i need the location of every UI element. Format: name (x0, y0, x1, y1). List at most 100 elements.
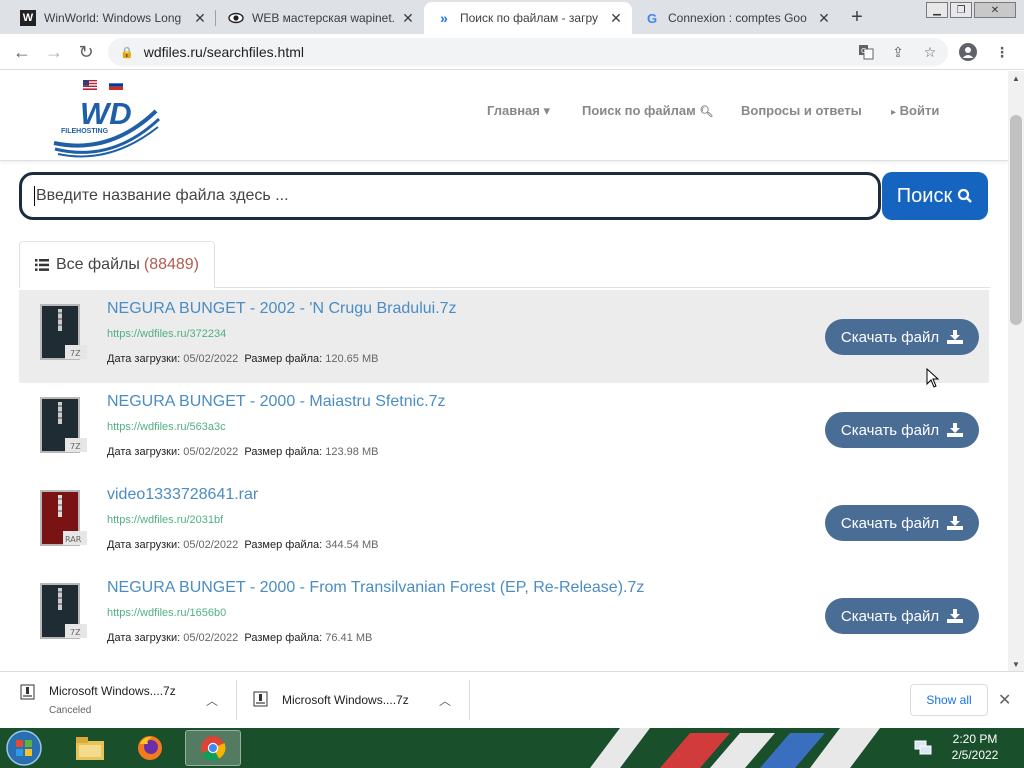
download-file-button[interactable]: Скачать файл (825, 319, 979, 355)
file-url-link[interactable]: https://wdfiles.ru/563a3c (107, 421, 226, 433)
svg-text:7Z: 7Z (70, 628, 81, 637)
file-name-link[interactable]: NEGURA BUNGET - 2002 - 'N Crugu Bradului… (107, 300, 457, 318)
svg-text:7Z: 7Z (70, 349, 81, 358)
archive-rar-icon: RAR (40, 490, 87, 546)
download-file-button[interactable]: Скачать файл (825, 505, 979, 541)
clock-time: 2:20 PM (952, 732, 998, 746)
page-scrollbar[interactable]: ▲ ▼ (1008, 71, 1024, 671)
share-icon[interactable]: ⇪ (888, 42, 908, 62)
close-window-button[interactable]: ✕ (974, 2, 1016, 18)
archive-7z-icon: 7Z (40, 397, 87, 453)
svg-text:G: G (861, 47, 866, 55)
page-content: WD FILEHOSTING Главная ▾ Поиск по файлам… (0, 71, 1008, 671)
close-tab-icon[interactable]: ✕ (192, 10, 208, 26)
download-icon (947, 330, 964, 344)
network-icon[interactable] (914, 738, 932, 756)
tab-all-files[interactable]: Все файлы (88489) (19, 241, 215, 288)
search-icon (958, 188, 973, 203)
ru-flag-icon[interactable] (109, 80, 123, 90)
file-url-link[interactable]: https://wdfiles.ru/1656b0 (107, 607, 226, 619)
winworld-favicon-icon: W (20, 10, 36, 26)
archive-7z-icon: 7Z (40, 583, 87, 639)
close-tab-icon[interactable]: ✕ (816, 10, 832, 26)
files-count: (88489) (143, 256, 200, 273)
svg-text:7Z: 7Z (70, 442, 81, 451)
browser-tab-active[interactable]: » Поиск по файлам - загру ✕ (424, 2, 632, 34)
site-logo[interactable]: WD FILEHOSTING (50, 93, 165, 161)
start-button[interactable] (4, 729, 44, 767)
browser-tab[interactable]: W WinWorld: Windows Long ✕ (8, 2, 216, 34)
download-status: Canceled (49, 705, 92, 716)
restore-button[interactable]: ❐ (950, 2, 972, 18)
chrome-taskbar-icon[interactable] (185, 730, 241, 766)
file-name-link[interactable]: NEGURA BUNGET - 2000 - From Transilvania… (107, 579, 644, 597)
nav-faq[interactable]: Вопросы и ответы (741, 103, 862, 118)
bookmark-star-icon[interactable]: ☆ (920, 42, 940, 62)
browser-tab[interactable]: G Connexion : comptes Goo ✕ (632, 2, 840, 34)
download-icon (947, 423, 964, 437)
lock-icon: 🔒 (120, 46, 134, 59)
svg-text:WD: WD (80, 96, 132, 131)
browser-tab[interactable]: WEB мастерская wapinet. ✕ (216, 2, 424, 34)
url-text: wdfiles.ru/searchfiles.html (143, 44, 304, 60)
close-tab-icon[interactable]: ✕ (400, 10, 416, 26)
chevron-up-icon[interactable]: ︿ (439, 692, 451, 709)
profile-avatar-icon[interactable] (958, 42, 978, 62)
browser-menu-icon[interactable]: ⋮ (992, 42, 1012, 62)
translate-icon[interactable]: G (856, 42, 876, 62)
nav-home[interactable]: Главная ▾ (487, 103, 550, 119)
scroll-down-arrow-icon[interactable]: ▼ (1008, 657, 1024, 671)
firefox-taskbar-icon[interactable] (122, 730, 178, 766)
download-file-name: Microsoft Windows....7z (49, 684, 176, 698)
files-tab-label: Все файлы (56, 256, 140, 273)
new-tab-button[interactable]: + (845, 6, 869, 28)
search-icon: 🔍︎ (699, 106, 714, 118)
download-file-button[interactable]: Скачать файл (825, 412, 979, 448)
file-name-link[interactable]: video1333728641.rar (107, 486, 258, 504)
minimize-button[interactable]: ▁ (926, 2, 948, 18)
address-bar[interactable]: 🔒 wdfiles.ru/searchfiles.html (108, 38, 948, 66)
download-item[interactable]: Microsoft Windows....7z Canceled ︿ (0, 672, 236, 729)
wallpaper-art (590, 728, 880, 768)
file-row: RAR video1333728641.rar https://wdfiles.… (19, 476, 989, 569)
system-clock[interactable]: 2:20 PM 2/5/2022 (940, 731, 1010, 763)
file-url-link[interactable]: https://wdfiles.ru/372234 (107, 328, 226, 340)
svg-text:RAR: RAR (65, 535, 82, 544)
tab-title: Поиск по файлам - загру (460, 11, 599, 25)
download-file-button[interactable]: Скачать файл (825, 598, 979, 634)
chevron-up-icon[interactable]: ︿ (206, 692, 218, 709)
tab-title: WEB мастерская wapinet. (252, 11, 396, 25)
text-caret (34, 186, 35, 206)
search-input[interactable]: Введите название файла здесь ... (19, 172, 881, 220)
scroll-up-arrow-icon[interactable]: ▲ (1008, 71, 1024, 85)
back-button[interactable]: ← (10, 40, 34, 64)
tab-title: Connexion : comptes Goo (668, 11, 807, 25)
svg-text:FILEHOSTING: FILEHOSTING (61, 128, 109, 135)
chevrons-favicon-icon: » (440, 10, 448, 26)
file-row: 7Z NEGURA BUNGET - 2000 - Maiastru Sfetn… (19, 383, 989, 476)
close-tab-icon[interactable]: ✕ (608, 10, 624, 26)
file-meta: Дата загрузки: 05/02/2022 Размер файла: … (107, 632, 373, 644)
nav-file-search[interactable]: Поиск по файлам 🔍︎ (582, 103, 713, 118)
tab-title: WinWorld: Windows Long (44, 11, 182, 25)
caret-right-icon: ▸ (891, 107, 897, 118)
download-item[interactable]: Microsoft Windows....7z ︿ (237, 672, 469, 729)
forward-button[interactable]: → (42, 40, 66, 64)
explorer-taskbar-icon[interactable] (62, 730, 118, 766)
archive-file-icon (20, 684, 35, 700)
eye-favicon-icon (228, 10, 244, 26)
nav-login[interactable]: ▸ Войти (891, 103, 939, 118)
file-name-link[interactable]: NEGURA BUNGET - 2000 - Maiastru Sfetnic.… (107, 393, 445, 411)
archive-7z-icon: 7Z (40, 304, 87, 360)
us-flag-icon[interactable] (83, 80, 97, 90)
reload-button[interactable]: ↻ (74, 40, 98, 64)
scrollbar-thumb[interactable] (1010, 115, 1022, 325)
show-all-button[interactable]: Show all (910, 684, 988, 716)
search-placeholder: Введите название файла здесь ... (36, 187, 289, 204)
file-meta: Дата загрузки: 05/02/2022 Размер файла: … (107, 353, 379, 365)
close-shelf-icon[interactable]: ✕ (998, 690, 1011, 710)
search-button[interactable]: Поиск (882, 172, 988, 220)
mouse-pointer-icon (926, 368, 940, 388)
file-url-link[interactable]: https://wdfiles.ru/2031bf (107, 514, 223, 526)
download-icon (947, 516, 964, 530)
